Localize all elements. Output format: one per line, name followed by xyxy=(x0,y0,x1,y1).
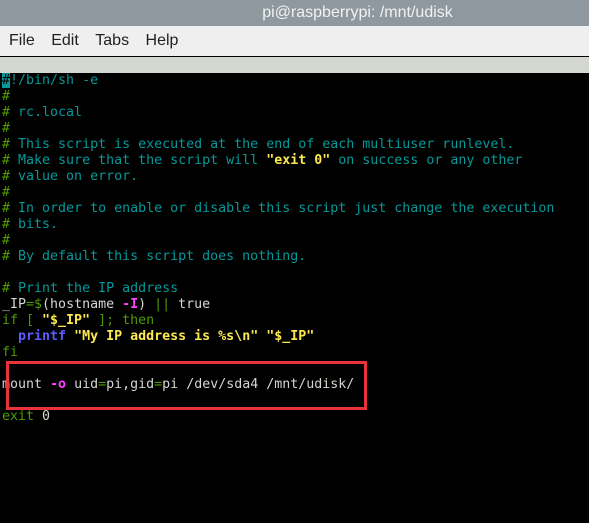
text-cursor: # xyxy=(2,73,11,88)
code-line: if [ "$_IP" ]; then xyxy=(2,313,554,329)
code-token: fi xyxy=(2,345,19,360)
code-token: ]; then xyxy=(90,313,155,328)
code-token: # xyxy=(2,89,11,104)
code-token: || xyxy=(154,297,171,312)
code-line: # Print the IP address xyxy=(2,281,554,297)
code-token: # xyxy=(2,169,11,184)
code-line: # This script is executed at the end of … xyxy=(2,137,554,153)
code-line: # rc.local xyxy=(2,105,554,121)
code-line: # value on error. xyxy=(2,169,554,185)
code-token: -I xyxy=(122,297,139,312)
code-token: _IP xyxy=(2,297,27,312)
code-line: exit 0 xyxy=(2,409,554,425)
code-token: 0 xyxy=(34,409,51,424)
code-token: on success or any other xyxy=(330,153,523,168)
code-token: !/bin/sh -e xyxy=(10,73,99,88)
code-line: # Make sure that the script will "exit 0… xyxy=(2,153,554,169)
code-token: Print the IP address xyxy=(10,281,179,296)
code-token: # xyxy=(2,201,11,216)
code-token: "$_IP" xyxy=(266,329,315,344)
code-line: # By default this script does nothing. xyxy=(2,249,554,265)
code-token: By default this script does nothing. xyxy=(10,249,307,264)
code-line: # xyxy=(2,233,554,249)
code-line: printf "My IP address is %s\n" "$_IP" xyxy=(2,329,554,345)
code-token: bits. xyxy=(10,217,59,232)
code-token: # xyxy=(2,121,11,136)
menu-bar: File Edit Tabs Help xyxy=(0,26,589,56)
code-token: "$_IP" xyxy=(42,313,91,328)
code-line: # xyxy=(2,121,554,137)
code-line: #!/bin/sh -e xyxy=(2,73,554,89)
code-token: exit xyxy=(2,409,35,424)
code-line: fi xyxy=(2,345,554,361)
code-token: (hostname xyxy=(42,297,123,312)
code-token: if [ xyxy=(2,313,43,328)
code-token: # xyxy=(2,137,11,152)
code-token: # xyxy=(2,249,11,264)
code-token: rc.local xyxy=(10,105,83,120)
nano-header: GNU nano 5.4 /etc/rc.local xyxy=(0,57,589,104)
code-token: This script is executed at the end of ea… xyxy=(10,137,515,152)
code-line: # xyxy=(2,185,554,201)
code-token: Make sure that the script will xyxy=(10,153,267,168)
code-line: # xyxy=(2,89,554,105)
code-token: true xyxy=(170,297,211,312)
code-line: # bits. xyxy=(2,217,554,233)
code-token: ) xyxy=(138,297,155,312)
terminal[interactable]: GNU nano 5.4 /etc/rc.local #!/bin/sh -e #… xyxy=(0,57,589,523)
highlight-box xyxy=(6,361,367,410)
menu-tabs[interactable]: Tabs xyxy=(95,26,129,56)
menu-help[interactable]: Help xyxy=(146,26,179,56)
menu-edit[interactable]: Edit xyxy=(51,26,79,56)
window-title: pi@raspberrypi: /mnt/udisk xyxy=(262,4,453,21)
code-token: "exit 0" xyxy=(266,153,331,168)
code-token: # xyxy=(2,217,11,232)
code-token: printf xyxy=(18,329,67,344)
code-token: # xyxy=(2,153,11,168)
code-line: _IP=$(hostname -I) || true xyxy=(2,297,554,313)
code-token: "My IP address is %s\n" xyxy=(74,329,259,344)
code-token: =$ xyxy=(26,297,43,312)
code-token: In order to enable or disable this scrip… xyxy=(10,201,555,216)
code-line: # In order to enable or disable this scr… xyxy=(2,201,554,217)
code-token: # xyxy=(2,281,11,296)
code-token: value on error. xyxy=(10,169,139,184)
code-token: # xyxy=(2,105,11,120)
menu-file[interactable]: File xyxy=(9,26,35,56)
code-token: # xyxy=(2,185,11,200)
window-title-bar[interactable]: pi@raspberrypi: /mnt/udisk xyxy=(0,0,589,26)
code-token: # xyxy=(2,233,11,248)
